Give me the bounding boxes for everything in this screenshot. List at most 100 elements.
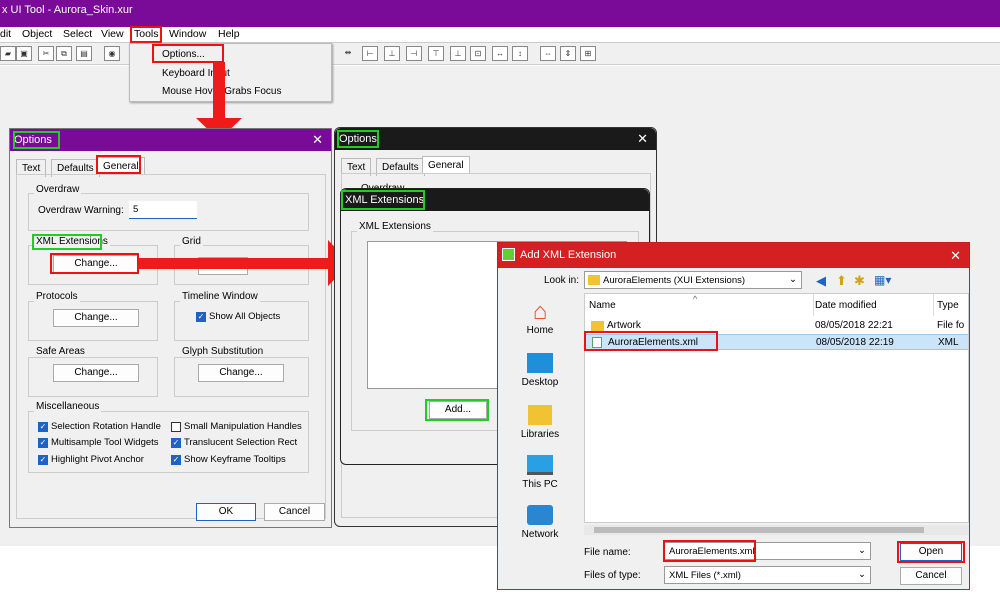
- options-title-highlight: [13, 131, 60, 149]
- show-all-objects-label: Show All Objects: [209, 311, 281, 322]
- folder-icon: [588, 275, 600, 285]
- options-dark-title-highlight: [337, 130, 379, 148]
- xml-label-highlight: [32, 234, 102, 250]
- glyph-label: Glyph Substitution: [180, 346, 266, 357]
- col-type[interactable]: Type: [937, 300, 959, 311]
- look-in-label: Look in:: [544, 275, 580, 286]
- app-icon: [502, 248, 515, 261]
- ok-button[interactable]: OK: [196, 503, 256, 521]
- menu-object[interactable]: Object: [22, 28, 52, 40]
- safe-areas-change-button[interactable]: Change...: [53, 364, 139, 382]
- align-icon[interactable]: ⇹: [340, 46, 356, 61]
- tab-general[interactable]: General: [422, 156, 470, 174]
- align-middle-icon[interactable]: ⊡: [470, 46, 486, 61]
- sidebar-item-home[interactable]: ⌂ Home: [498, 298, 582, 337]
- filetype-value: XML Files (*.xml): [669, 570, 741, 581]
- multisample-checkbox[interactable]: ✓ Multisample Tool Widgets: [38, 437, 159, 448]
- protocols-change-button[interactable]: Change...: [53, 309, 139, 327]
- sidebar-label: Libraries: [520, 429, 560, 440]
- close-icon[interactable]: ✕: [637, 131, 648, 147]
- view-menu-icon[interactable]: ▦▾: [874, 273, 891, 287]
- align-bottom-icon[interactable]: ⊥: [450, 46, 466, 61]
- glyph-change-button[interactable]: Change...: [198, 364, 284, 382]
- menu-window[interactable]: Window: [169, 28, 206, 40]
- menu-view[interactable]: View: [101, 28, 124, 40]
- translucent-checkbox[interactable]: ✓ Translucent Selection Rect: [171, 437, 297, 448]
- menu-help[interactable]: Help: [218, 28, 240, 40]
- space-h-icon[interactable]: ↔: [492, 46, 508, 61]
- new-folder-icon[interactable]: ✱: [854, 273, 865, 289]
- small-handles-checkbox[interactable]: Small Manipulation Handles: [171, 421, 302, 432]
- open-icon[interactable]: ▰: [0, 46, 16, 61]
- cancel-button[interactable]: Cancel: [264, 503, 325, 521]
- chevron-down-icon: ⌄: [858, 545, 866, 556]
- save-icon[interactable]: ▣: [16, 46, 32, 61]
- misc-label: Miscellaneous: [34, 401, 102, 412]
- filename-label: File name:: [584, 547, 631, 558]
- row-date: 08/05/2018 22:21: [815, 320, 893, 331]
- sidebar-item-this-pc[interactable]: This PC: [498, 455, 582, 490]
- general-tab-highlight: [96, 155, 141, 174]
- align-center-icon[interactable]: ⊥: [384, 46, 400, 61]
- align-left-icon[interactable]: ⊢: [362, 46, 378, 61]
- render-icon[interactable]: ◉: [104, 46, 120, 61]
- places-sidebar: ⌂ Home Desktop Libraries This PC Network: [498, 291, 582, 549]
- sidebar-label: Home: [526, 325, 554, 336]
- add-button-highlight: [425, 399, 489, 421]
- small-handles-label: Small Manipulation Handles: [184, 421, 302, 432]
- network-icon: [527, 505, 553, 525]
- horizontal-scrollbar[interactable]: [584, 525, 969, 535]
- cut-icon[interactable]: ✂: [38, 46, 54, 61]
- col-name[interactable]: Name: [589, 300, 616, 311]
- home-icon: ⌂: [532, 298, 548, 325]
- open-highlight: [897, 541, 965, 563]
- align-right-icon[interactable]: ⊣: [406, 46, 422, 61]
- keyframe-tooltips-label: Show Keyframe Tooltips: [184, 454, 286, 465]
- sidebar-item-network[interactable]: Network: [498, 505, 582, 540]
- safe-areas-label: Safe Areas: [34, 346, 87, 357]
- check-icon: ✓: [171, 437, 181, 448]
- selected-file-highlight: [584, 331, 718, 351]
- scrollbar-thumb[interactable]: [594, 527, 924, 533]
- same-width-icon[interactable]: ⇔: [540, 46, 556, 61]
- look-in-select[interactable]: AuroraElements (XUI Extensions) ⌄: [584, 271, 802, 289]
- timeline-label: Timeline Window: [180, 291, 260, 302]
- space-v-icon[interactable]: ↕: [512, 46, 528, 61]
- check-icon: ✓: [171, 454, 181, 465]
- col-date[interactable]: Date modified: [815, 300, 877, 311]
- sidebar-item-desktop[interactable]: Desktop: [498, 353, 582, 388]
- up-folder-icon[interactable]: ⬆: [836, 273, 847, 289]
- sidebar-item-libraries[interactable]: Libraries: [498, 405, 582, 440]
- row-type: File fo: [937, 320, 965, 331]
- paste-icon[interactable]: ▤: [76, 46, 92, 61]
- file-list[interactable]: Name ^ Date modified Type Artwork 08/05/…: [584, 293, 969, 523]
- pivot-anchor-checkbox[interactable]: ✓ Highlight Pivot Anchor: [38, 454, 144, 465]
- folder-icon: [591, 321, 604, 331]
- menu-edit[interactable]: dit: [0, 28, 11, 40]
- back-icon[interactable]: ◀: [816, 273, 826, 289]
- filetype-select[interactable]: XML Files (*.xml) ⌄: [664, 566, 871, 584]
- xml-ext-group-label: XML Extensions: [357, 221, 433, 232]
- align-top-icon[interactable]: ⊤: [428, 46, 444, 61]
- selection-rotation-checkbox[interactable]: ✓ Selection Rotation Handle: [38, 421, 161, 432]
- keyframe-tooltips-checkbox[interactable]: ✓ Show Keyframe Tooltips: [171, 454, 286, 465]
- protocols-label: Protocols: [34, 291, 80, 302]
- menu-select[interactable]: Select: [63, 28, 92, 40]
- overdraw-group-label: Overdraw: [34, 184, 82, 195]
- overdraw-warning-input[interactable]: 5: [129, 201, 197, 219]
- options-dark-title-bar: Options ✕: [335, 128, 656, 150]
- libraries-icon: [528, 405, 552, 425]
- row-date: 08/05/2018 22:19: [816, 337, 894, 348]
- close-icon[interactable]: ✕: [950, 248, 961, 264]
- look-in-value: AuroraElements (XUI Extensions): [603, 275, 746, 286]
- dialog-cancel-button[interactable]: Cancel: [900, 567, 962, 585]
- check-icon: ✓: [38, 454, 48, 465]
- grid-label: Grid: [180, 236, 203, 247]
- arrow-down-shaft: [213, 62, 225, 120]
- copy-icon[interactable]: ⧉: [56, 46, 72, 61]
- show-all-objects-checkbox[interactable]: ✓ Show All Objects: [196, 311, 280, 322]
- close-icon[interactable]: ✕: [312, 132, 323, 148]
- same-size-icon[interactable]: ⊞: [580, 46, 596, 61]
- app-title: x UI Tool - Aurora_Skin.xur: [2, 4, 133, 16]
- same-height-icon[interactable]: ⇕: [560, 46, 576, 61]
